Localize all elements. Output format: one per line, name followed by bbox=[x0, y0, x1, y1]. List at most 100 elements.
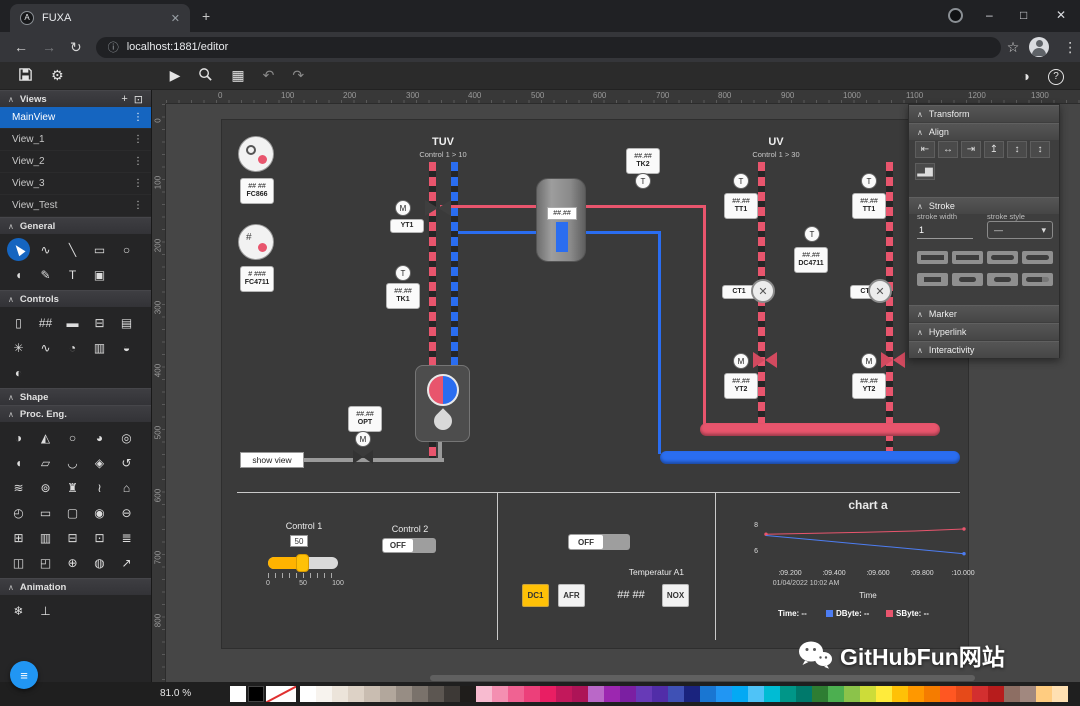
new-tab-button[interactable]: + bbox=[202, 8, 210, 24]
run-play-button[interactable]: ▶ bbox=[170, 67, 181, 84]
palette-color[interactable] bbox=[812, 686, 828, 702]
palette-color[interactable] bbox=[380, 686, 396, 702]
proc-shape-tool[interactable]: ○ bbox=[59, 425, 86, 450]
section-header-shape[interactable]: ∧ Shape bbox=[0, 388, 151, 405]
palette-color[interactable] bbox=[748, 686, 764, 702]
control-tool[interactable]: ▥ bbox=[86, 335, 113, 360]
palette-color[interactable] bbox=[444, 686, 460, 702]
proc-shape-tool[interactable]: ◈ bbox=[86, 450, 113, 475]
menu-fab-button[interactable]: ≡ bbox=[10, 661, 38, 689]
proc-shape-tool[interactable]: ▢ bbox=[59, 500, 86, 525]
palette-color[interactable] bbox=[828, 686, 844, 702]
draw-tool[interactable]: ▣ bbox=[86, 262, 113, 287]
proc-shape-tool[interactable]: ◫ bbox=[5, 550, 32, 575]
palette-black[interactable] bbox=[248, 686, 264, 702]
draw-tool[interactable]: ╲ bbox=[59, 237, 86, 262]
palette-color[interactable] bbox=[1036, 686, 1052, 702]
control-tool[interactable]: ⊟ bbox=[86, 310, 113, 335]
draw-tool[interactable]: ◖ bbox=[5, 262, 32, 287]
view-item[interactable]: View_2 ⋮ bbox=[0, 151, 151, 173]
view-item[interactable]: View_1 ⋮ bbox=[0, 129, 151, 151]
palette-color[interactable] bbox=[796, 686, 812, 702]
add-view-icon[interactable]: + bbox=[121, 93, 127, 105]
import-view-icon[interactable]: ⊡ bbox=[134, 93, 143, 106]
stroke-cap-option[interactable] bbox=[917, 251, 948, 264]
palette-no-color[interactable] bbox=[266, 686, 296, 702]
palette-color[interactable] bbox=[924, 686, 940, 702]
forward-icon[interactable]: → bbox=[42, 39, 56, 55]
stroke-cap-option[interactable] bbox=[1022, 273, 1053, 286]
mainview-drawing-area[interactable]: TUV Control 1 > 10 UV Control 1 > 30 U C… bbox=[222, 120, 968, 648]
palette-color[interactable] bbox=[892, 686, 908, 702]
palette-color[interactable] bbox=[572, 686, 588, 702]
palette-color[interactable] bbox=[1020, 686, 1036, 702]
view-item[interactable]: View_3 ⋮ bbox=[0, 173, 151, 195]
animation-tool[interactable]: ⊥ bbox=[32, 598, 59, 623]
control-tool[interactable]: ∿ bbox=[32, 335, 59, 360]
control-tool[interactable]: ▬ bbox=[59, 310, 86, 335]
proc-shape-tool[interactable]: ≣ bbox=[113, 525, 140, 550]
proc-shape-tool[interactable]: ⊞ bbox=[5, 525, 32, 550]
proc-shape-tool[interactable]: ≀ bbox=[86, 475, 113, 500]
palette-color[interactable] bbox=[668, 686, 684, 702]
url-bar[interactable]: ⓘ localhost:1881/editor bbox=[96, 37, 1001, 58]
proc-shape-tool[interactable]: ◉ bbox=[86, 500, 113, 525]
palette-color[interactable] bbox=[764, 686, 780, 702]
proc-shape-tool[interactable]: ⊡ bbox=[86, 525, 113, 550]
control-tool[interactable]: ◔ bbox=[59, 335, 86, 360]
stroke-cap-option[interactable] bbox=[1022, 251, 1053, 264]
draw-tool[interactable]: ∿ bbox=[32, 237, 59, 262]
control-tool[interactable]: ◒ bbox=[113, 335, 140, 360]
zoom-button[interactable] bbox=[198, 67, 213, 85]
proc-shape-tool[interactable]: ▱ bbox=[32, 450, 59, 475]
palette-color[interactable] bbox=[860, 686, 876, 702]
url-text[interactable]: localhost:1881/editor bbox=[127, 41, 229, 53]
proc-shape-tool[interactable]: ◡ bbox=[59, 450, 86, 475]
horizontal-scrollbar[interactable] bbox=[430, 675, 975, 681]
stroke-cap-option[interactable] bbox=[952, 273, 983, 286]
window-minimize-button[interactable]: – bbox=[986, 8, 993, 22]
proc-shape-tool[interactable]: ◍ bbox=[86, 550, 113, 575]
palette-color[interactable] bbox=[492, 686, 508, 702]
palette-color[interactable] bbox=[508, 686, 524, 702]
control-tool[interactable]: ## bbox=[32, 310, 59, 335]
browser-menu-icon[interactable]: ⋮ bbox=[1063, 39, 1077, 56]
proc-shape-tool[interactable]: ⊚ bbox=[32, 475, 59, 500]
help-button[interactable]: ? bbox=[1048, 66, 1064, 85]
tab-close-icon[interactable]: ✕ bbox=[171, 12, 180, 25]
control-tool[interactable]: ▤ bbox=[113, 310, 140, 335]
control-tool[interactable]: ✳ bbox=[5, 335, 32, 360]
refresh-icon[interactable]: ↻ bbox=[70, 39, 82, 56]
palette-color[interactable] bbox=[1052, 686, 1068, 702]
control-tool[interactable]: ◐ bbox=[5, 360, 32, 385]
draw-tool[interactable]: T bbox=[59, 262, 86, 287]
palette-color[interactable] bbox=[588, 686, 604, 702]
proc-shape-tool[interactable]: ◑ bbox=[5, 425, 32, 450]
view-menu-kebab-icon[interactable]: ⋮ bbox=[133, 112, 143, 123]
palette-color[interactable] bbox=[780, 686, 796, 702]
draw-tool[interactable]: ✎ bbox=[32, 262, 59, 287]
palette-color[interactable] bbox=[716, 686, 732, 702]
proc-shape-tool[interactable]: ⊟ bbox=[59, 525, 86, 550]
palette-color[interactable] bbox=[972, 686, 988, 702]
palette-color[interactable] bbox=[556, 686, 572, 702]
proc-shape-tool[interactable]: ◕ bbox=[86, 425, 113, 450]
palette-color[interactable] bbox=[524, 686, 540, 702]
palette-color[interactable] bbox=[940, 686, 956, 702]
view-menu-kebab-icon[interactable]: ⋮ bbox=[133, 134, 143, 145]
proc-shape-tool[interactable]: ♜ bbox=[59, 475, 86, 500]
palette-color[interactable] bbox=[876, 686, 892, 702]
palette-color[interactable] bbox=[460, 686, 476, 702]
control-tool[interactable]: ▯ bbox=[5, 310, 32, 335]
page-info-icon[interactable]: ⓘ bbox=[108, 39, 119, 55]
section-header-proc-eng[interactable]: ∧ Proc. Eng. bbox=[0, 405, 151, 422]
palette-color[interactable] bbox=[396, 686, 412, 702]
palette-color[interactable] bbox=[1004, 686, 1020, 702]
proc-shape-tool[interactable]: ↺ bbox=[113, 450, 140, 475]
stroke-cap-option[interactable] bbox=[987, 251, 1018, 264]
section-header-animation[interactable]: ∧ Animation bbox=[0, 578, 151, 595]
stroke-cap-option[interactable] bbox=[917, 273, 948, 286]
palette-color[interactable] bbox=[332, 686, 348, 702]
section-header-controls[interactable]: ∧ Controls bbox=[0, 290, 151, 307]
proc-shape-tool[interactable]: ◭ bbox=[32, 425, 59, 450]
